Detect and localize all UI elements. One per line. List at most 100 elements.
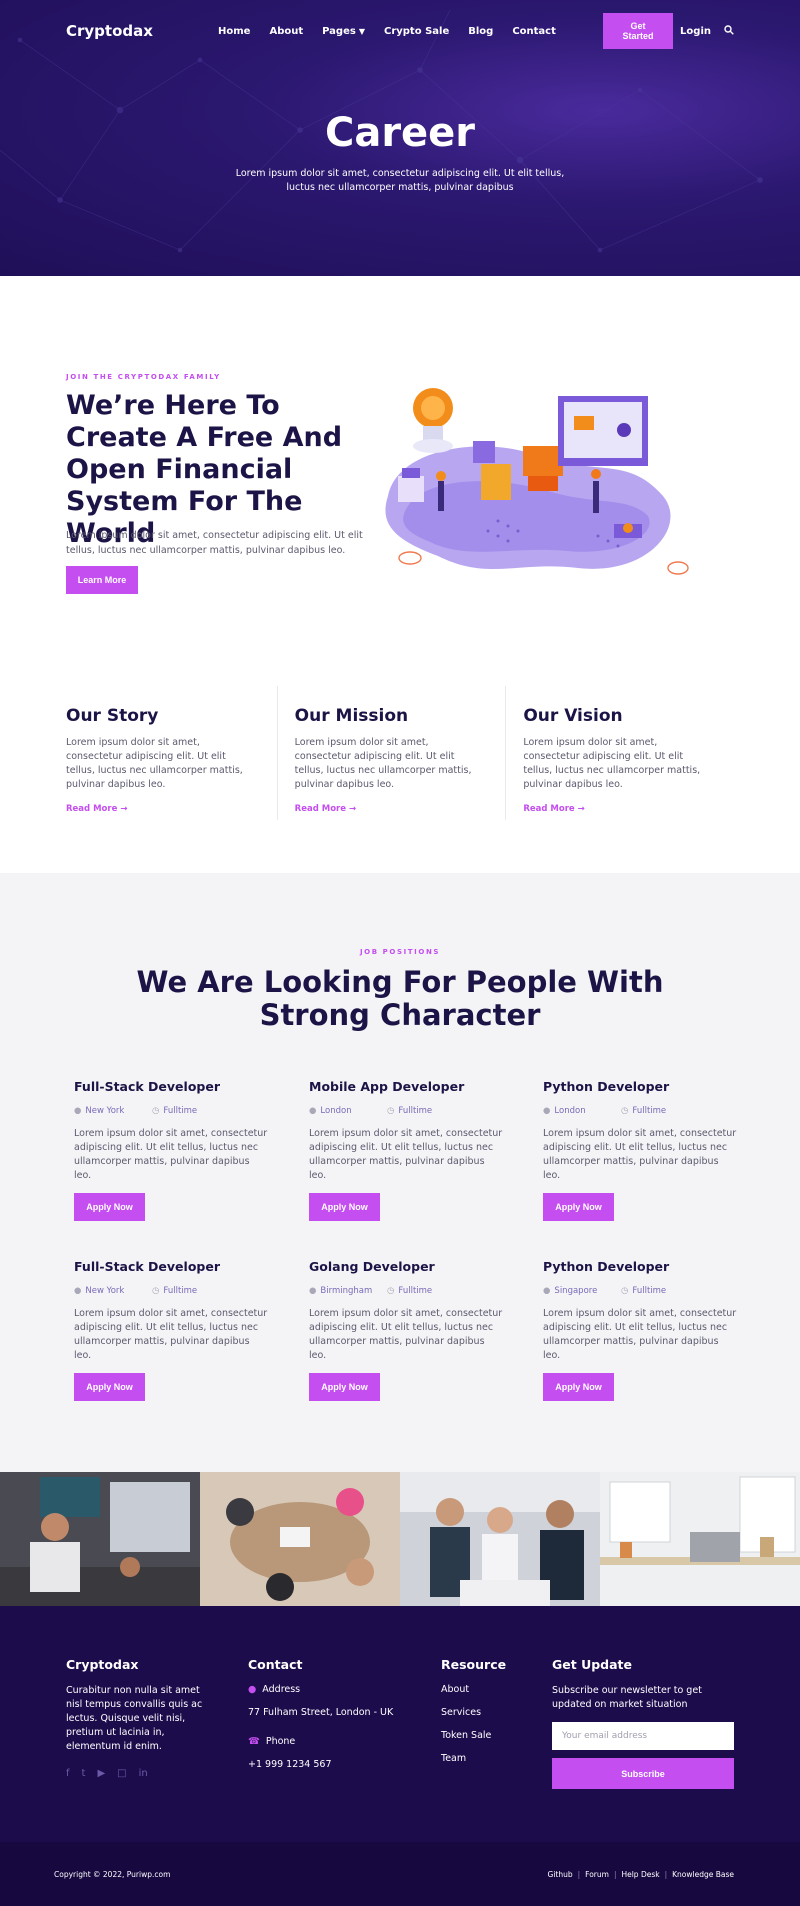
phone-label: ☎ Phone — [248, 1736, 408, 1747]
twitter-icon[interactable]: t — [82, 1768, 86, 1779]
facebook-icon[interactable]: f — [66, 1768, 70, 1779]
clock-icon: ◷ — [152, 1286, 160, 1296]
job-card: Python Developer ● Singapore ◷ Fulltime Lo… — [543, 1259, 738, 1401]
phone-icon: ☎ — [248, 1736, 260, 1747]
nav-crypto-sale[interactable]: Crypto Sale — [384, 26, 449, 37]
job-meta: ● Singapore ◷ Fulltime — [543, 1286, 738, 1296]
job-type: ◷ Fulltime — [152, 1106, 197, 1116]
nav-blog[interactable]: Blog — [468, 26, 493, 37]
read-more-link[interactable]: Read More → — [523, 804, 584, 814]
nav-contact[interactable]: Contact — [512, 26, 556, 37]
arrow-right-icon: → — [577, 804, 585, 814]
footer-about: Cryptodax Curabitur non nulla sit amet n… — [66, 1657, 216, 1779]
map-pin-icon: ● — [543, 1286, 551, 1296]
job-type-text: Fulltime — [632, 1286, 667, 1296]
job-location: ● London — [543, 1106, 621, 1116]
job-location: ● Birmingham — [309, 1286, 387, 1296]
nav-pages[interactable]: Pages ▼ — [322, 26, 365, 37]
contact-title: Contact — [248, 1657, 303, 1672]
bottom-link-help-desk[interactable]: Help Desk — [621, 1870, 659, 1879]
job-meta: ● London ◷ Fulltime — [543, 1106, 738, 1116]
job-type-text: Fulltime — [398, 1106, 433, 1116]
resource-link[interactable]: About — [441, 1684, 541, 1695]
learn-more-button[interactable]: Learn More — [66, 566, 138, 594]
main-menu: Home About Pages ▼ Crypto Sale Blog Conta… — [218, 26, 556, 37]
clock-icon: ◷ — [621, 1286, 629, 1296]
copyright: Copyright © 2022, Puriwp.com — [54, 1870, 171, 1879]
job-text: Lorem ipsum dolor sit amet, consectetur … — [309, 1128, 503, 1181]
job-type-text: Fulltime — [163, 1286, 198, 1296]
job-meta: ● New York ◷ Fulltime — [74, 1286, 269, 1296]
job-type: ◷ Fulltime — [387, 1286, 432, 1296]
hero-section: Cryptodax Home About Pages ▼ Crypto Sale … — [0, 0, 800, 276]
separator: | — [577, 1870, 581, 1879]
apply-now-button[interactable]: Apply Now — [543, 1193, 614, 1221]
nav-pages-label: Pages — [322, 25, 356, 37]
resource-link[interactable]: Team — [441, 1753, 541, 1764]
chevron-down-icon: ▼ — [358, 26, 365, 36]
bottom-link-knowledge-base[interactable]: Knowledge Base — [672, 1870, 734, 1879]
read-more-label: Read More — [523, 804, 575, 814]
map-pin-icon: ● — [74, 1286, 82, 1296]
job-location: ● London — [309, 1106, 387, 1116]
job-type: ◷ Fulltime — [387, 1106, 432, 1116]
instagram-icon[interactable]: □ — [117, 1768, 126, 1779]
address-label: ● Address — [248, 1684, 408, 1695]
mission-title: Our Mission — [294, 706, 409, 726]
phone-value[interactable]: +1 999 1234 567 — [248, 1759, 408, 1770]
story-text: Lorem ipsum dolor sit amet, consectetur … — [66, 737, 243, 790]
read-more-link[interactable]: Read More → — [295, 804, 356, 814]
apply-now-button[interactable]: Apply Now — [309, 1193, 380, 1221]
address-label-text: Address — [262, 1684, 301, 1695]
job-card: Python Developer ● London ◷ Fulltime Lorem… — [543, 1079, 738, 1221]
job-location-text: London — [320, 1106, 352, 1116]
nav-home[interactable]: Home — [218, 26, 250, 37]
job-location-text: London — [554, 1106, 586, 1116]
map-pin-icon: ● — [309, 1286, 317, 1296]
job-type-text: Fulltime — [163, 1106, 198, 1116]
logo[interactable]: Cryptodax — [66, 22, 218, 40]
job-type: ◷ Fulltime — [621, 1286, 666, 1296]
phone-label-text: Phone — [265, 1736, 296, 1747]
login-link[interactable]: Login — [680, 26, 711, 37]
vision-text: Lorem ipsum dolor sit amet, consectetur … — [523, 737, 701, 790]
job-location-text: New York — [85, 1286, 125, 1296]
footer-about-text: Curabitur non nulla sit amet nisl tempus… — [66, 1685, 203, 1752]
job-type: ◷ Fulltime — [152, 1286, 197, 1296]
job-location: ● New York — [74, 1106, 152, 1116]
job-location-text: Singapore — [554, 1286, 598, 1296]
subscribe-button[interactable]: Subscribe — [552, 1758, 734, 1789]
apply-now-button[interactable]: Apply Now — [309, 1373, 380, 1401]
photo-business-team — [400, 1472, 600, 1606]
job-title: Mobile App Developer — [309, 1079, 465, 1094]
story-card: Our Story Lorem ipsum dolor sit amet, co… — [66, 686, 277, 820]
job-card: Mobile App Developer ● London ◷ Fulltime L… — [309, 1079, 504, 1221]
bottom-link-forum[interactable]: Forum — [585, 1870, 609, 1879]
mission-text: Lorem ipsum dolor sit amet, consectetur … — [294, 737, 472, 790]
apply-now-button[interactable]: Apply Now — [74, 1373, 145, 1401]
jobs-heading: We Are Looking For People With Strong Ch… — [136, 965, 664, 1032]
job-meta: ● London ◷ Fulltime — [309, 1106, 504, 1116]
intro-text: Lorem ipsum dolor sit amet, consectetur … — [66, 530, 363, 556]
separator: | — [664, 1870, 668, 1879]
footer-brand: Cryptodax — [66, 1657, 139, 1672]
nav-about[interactable]: About — [269, 26, 303, 37]
job-title: Full-Stack Developer — [74, 1079, 221, 1094]
resource-link[interactable]: Token Sale — [441, 1730, 541, 1741]
resource-title: Resource — [441, 1657, 507, 1672]
apply-now-button[interactable]: Apply Now — [74, 1193, 145, 1221]
email-field[interactable] — [552, 1722, 734, 1750]
youtube-icon[interactable]: ▶ — [97, 1768, 105, 1779]
read-more-link[interactable]: Read More → — [66, 804, 127, 814]
update-text: Subscribe our newsletter to get updated … — [552, 1685, 702, 1710]
job-title: Golang Developer — [309, 1259, 435, 1274]
bottom-link-github[interactable]: Github — [548, 1870, 573, 1879]
apply-now-button[interactable]: Apply Now — [543, 1373, 614, 1401]
linkedin-icon[interactable]: in — [139, 1768, 148, 1779]
hero-subtitle: Lorem ipsum dolor sit amet, consectetur … — [235, 168, 565, 193]
get-started-button[interactable]: Get Started — [603, 13, 674, 49]
social-links: f t ▶ □ in — [66, 1768, 216, 1779]
resource-link[interactable]: Services — [441, 1707, 541, 1718]
job-text: Lorem ipsum dolor sit amet, consectetur … — [543, 1128, 737, 1181]
search-icon[interactable] — [724, 24, 734, 38]
